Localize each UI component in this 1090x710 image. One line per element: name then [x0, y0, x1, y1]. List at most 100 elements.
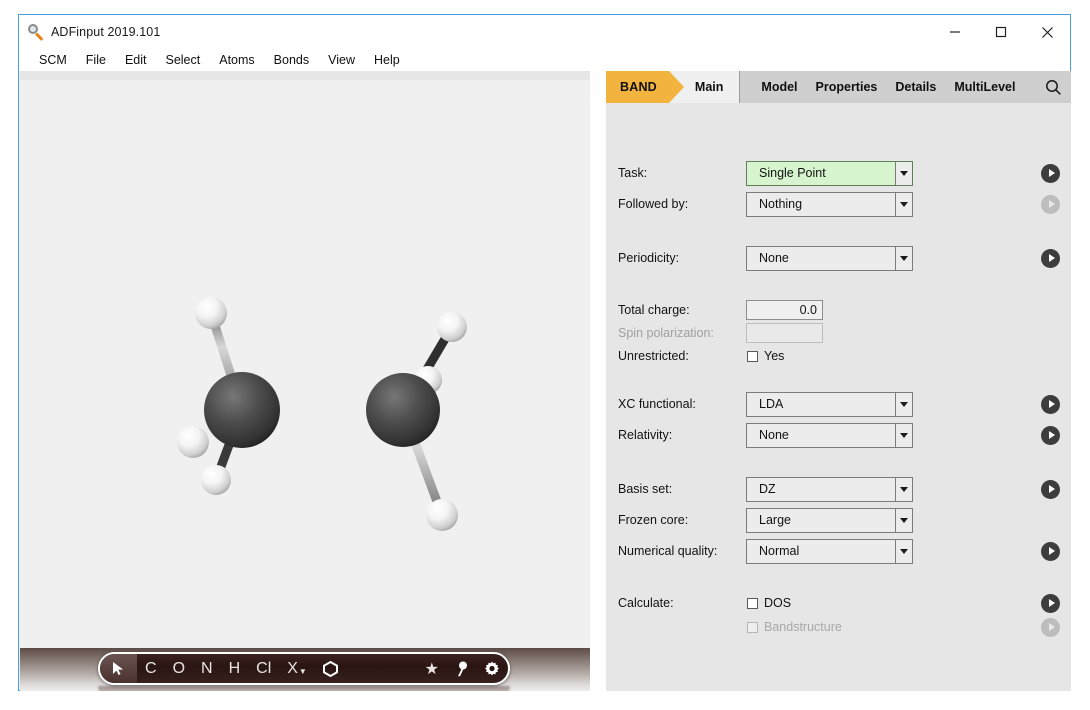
spin-polarization-input [746, 323, 823, 343]
menu-item-bonds[interactable]: Bonds [274, 52, 319, 69]
tab-details[interactable]: Details [886, 80, 945, 94]
maximize-button[interactable] [978, 15, 1024, 49]
chevron-down-icon[interactable] [895, 247, 912, 270]
frozen-core-dropdown[interactable]: Large [746, 508, 913, 533]
tab-properties[interactable]: Properties [807, 80, 887, 94]
row-relativity: Relativity: None [606, 422, 1071, 448]
other-element-label: X [287, 660, 298, 678]
xc-functional-dropdown[interactable]: LDA [746, 392, 913, 417]
checkbox-box[interactable] [747, 351, 758, 362]
label-basis-set: Basis set: [618, 482, 672, 496]
basis-set-value: DZ [747, 482, 895, 496]
row-calculate-dos: Calculate: DOS [606, 590, 1071, 616]
dos-checkbox-label: DOS [764, 596, 791, 610]
chevron-down-icon[interactable] [895, 509, 912, 532]
periodicity-dropdown[interactable]: None [746, 246, 913, 271]
window-controls [932, 15, 1070, 49]
basis-set-details-button[interactable] [1041, 480, 1060, 499]
toolbar-reflection [98, 686, 510, 691]
minimize-button[interactable] [932, 15, 978, 49]
row-frozen-core: Frozen core: Large [606, 507, 1071, 533]
task-dropdown[interactable]: Single Point [746, 161, 913, 186]
row-periodicity: Periodicity: None [606, 245, 1071, 271]
followed-by-value: Nothing [747, 197, 895, 211]
favorite-star-icon[interactable]: ★ [417, 654, 447, 683]
checkbox-box [747, 622, 758, 633]
row-xc-functional: XC functional: LDA [606, 391, 1071, 417]
menu-item-atoms[interactable]: Atoms [219, 52, 264, 69]
periodicity-details-button[interactable] [1041, 249, 1060, 268]
tab-group: Model Properties Details MultiLevel [739, 71, 1035, 103]
dos-checkbox[interactable]: DOS [747, 596, 791, 610]
unrestricted-checkbox[interactable]: Yes [747, 349, 784, 363]
periodicity-value: None [747, 251, 895, 265]
basis-set-dropdown[interactable]: DZ [746, 477, 913, 502]
atom-button-nitrogen[interactable]: N [193, 654, 221, 683]
followed-by-details-button [1041, 195, 1060, 214]
settings-gear-icon[interactable] [476, 654, 508, 683]
chevron-down-icon[interactable] [895, 540, 912, 563]
numerical-quality-dropdown[interactable]: Normal [746, 539, 913, 564]
label-task: Task: [618, 166, 647, 180]
task-details-button[interactable] [1041, 164, 1060, 183]
close-button[interactable] [1024, 15, 1070, 49]
row-unrestricted: Unrestricted: Yes [606, 343, 1071, 369]
chevron-down-icon[interactable] [895, 193, 912, 216]
menu-bar: SCM File Edit Select Atoms Bonds View He… [19, 49, 1070, 71]
total-charge-input[interactable]: 0.0 [746, 300, 823, 320]
bandstructure-details-button [1041, 618, 1060, 637]
followed-by-dropdown[interactable]: Nothing [746, 192, 913, 217]
chevron-down-icon[interactable] [895, 424, 912, 447]
menu-item-select[interactable]: Select [165, 52, 210, 69]
atom-hydrogen [437, 312, 467, 342]
atom-hydrogen [201, 465, 231, 495]
chevron-down-icon[interactable] [895, 162, 912, 185]
magnifier-icon [28, 24, 44, 40]
atom-carbon [366, 373, 440, 447]
checkbox-box[interactable] [747, 598, 758, 609]
atom-button-chlorine[interactable]: Cl [248, 654, 279, 683]
tab-multilevel[interactable]: MultiLevel [945, 80, 1024, 94]
task-value: Single Point [747, 166, 895, 180]
tab-model[interactable]: Model [752, 80, 806, 94]
atom-toolbar: C O N H Cl X ▼ ★ [98, 652, 510, 685]
relativity-dropdown[interactable]: None [746, 423, 913, 448]
menu-item-scm[interactable]: SCM [39, 52, 77, 69]
atom-button-carbon[interactable]: C [137, 654, 165, 683]
row-basis-set: Basis set: DZ [606, 476, 1071, 502]
atom-toolbar-strip: C O N H Cl X ▼ ★ [20, 648, 590, 691]
menu-item-edit[interactable]: Edit [125, 52, 157, 69]
atom-button-other-element[interactable]: X ▼ [279, 654, 315, 683]
molecule-viewport[interactable] [20, 80, 590, 648]
menu-item-file[interactable]: File [86, 52, 116, 69]
window-title: ADFinput 2019.101 [51, 25, 160, 39]
search-icon[interactable] [1035, 71, 1071, 103]
select-cursor-icon[interactable] [100, 654, 137, 683]
atom-button-hydrogen[interactable]: H [221, 654, 249, 683]
chevron-down-icon: ▼ [299, 667, 307, 676]
bandstructure-checkbox-label: Bandstructure [764, 620, 842, 634]
chevron-down-icon[interactable] [895, 393, 912, 416]
dos-details-button[interactable] [1041, 594, 1060, 613]
xc-functional-details-button[interactable] [1041, 395, 1060, 414]
row-calculate-bandstructure: Bandstructure [606, 614, 1071, 640]
ring-icon[interactable] [315, 654, 346, 683]
atom-hydrogen [426, 499, 458, 531]
label-unrestricted: Unrestricted: [618, 349, 689, 363]
unrestricted-checkbox-label: Yes [764, 349, 784, 363]
relativity-details-button[interactable] [1041, 426, 1060, 445]
engine-badge-band[interactable]: BAND [606, 71, 669, 103]
row-task: Task: Single Point [606, 160, 1071, 186]
menu-item-help[interactable]: Help [374, 52, 410, 69]
label-followed-by: Followed by: [618, 197, 688, 211]
bond-tool-icon[interactable] [447, 654, 476, 683]
atom-button-oxygen[interactable]: O [165, 654, 193, 683]
panel-gutter [590, 71, 606, 691]
settings-panel: BAND Main Model Properties Details Multi… [606, 71, 1071, 691]
numerical-quality-value: Normal [747, 544, 895, 558]
numerical-quality-details-button[interactable] [1041, 542, 1060, 561]
menu-item-view[interactable]: View [328, 52, 365, 69]
tab-bar: BAND Main Model Properties Details Multi… [606, 71, 1071, 103]
chevron-down-icon[interactable] [895, 478, 912, 501]
row-numerical-quality: Numerical quality: Normal [606, 538, 1071, 564]
